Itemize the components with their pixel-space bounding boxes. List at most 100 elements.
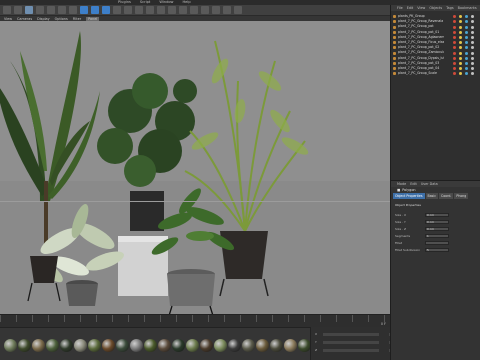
cube-icon[interactable] bbox=[157, 6, 165, 14]
object-tag-icon[interactable] bbox=[465, 56, 468, 60]
attribute-value-field[interactable] bbox=[425, 241, 449, 245]
deformer-icon[interactable] bbox=[201, 6, 209, 14]
material-swatch[interactable] bbox=[214, 339, 227, 352]
material-swatch[interactable] bbox=[144, 339, 157, 352]
object-tag-icon[interactable] bbox=[465, 35, 468, 39]
coord-z-field[interactable] bbox=[323, 349, 379, 352]
object-tag-icon[interactable] bbox=[459, 41, 462, 45]
material-swatch[interactable] bbox=[228, 339, 241, 352]
object-tag-icon[interactable] bbox=[453, 67, 456, 71]
object-tag-icon[interactable] bbox=[453, 20, 456, 24]
tab-object-properties[interactable]: Object Properties bbox=[393, 193, 425, 199]
render-settings-icon[interactable] bbox=[146, 6, 154, 14]
om-menu-file[interactable]: File bbox=[397, 6, 403, 10]
object-tag-icon[interactable] bbox=[471, 72, 474, 76]
viewport-menu-options[interactable]: Options bbox=[55, 17, 68, 21]
object-tag-icon[interactable] bbox=[465, 46, 468, 50]
attribute-value-field[interactable]: 5 bbox=[425, 248, 449, 252]
object-tag-icon[interactable] bbox=[459, 20, 462, 24]
object-tag-icon[interactable] bbox=[471, 67, 474, 71]
tab-basic[interactable]: Basic bbox=[425, 193, 438, 199]
object-tag-icon[interactable] bbox=[465, 25, 468, 29]
object-tag-icon[interactable] bbox=[471, 61, 474, 65]
object-tag-icon[interactable] bbox=[459, 35, 462, 39]
object-tag-icon[interactable] bbox=[471, 56, 474, 60]
at-menu-mode[interactable]: Mode bbox=[397, 182, 406, 186]
object-tag-icon[interactable] bbox=[465, 67, 468, 71]
object-tag-icon[interactable] bbox=[453, 56, 456, 60]
attribute-value-field[interactable]: 0 cm bbox=[425, 227, 449, 231]
attribute-value-field[interactable]: 1 bbox=[425, 234, 449, 238]
material-swatch[interactable] bbox=[284, 339, 297, 352]
attribute-value-field[interactable]: 0 cm bbox=[425, 220, 449, 224]
light-icon[interactable] bbox=[234, 6, 242, 14]
move-icon[interactable] bbox=[36, 6, 44, 14]
object-tag-icon[interactable] bbox=[453, 61, 456, 65]
material-swatch[interactable] bbox=[4, 339, 17, 352]
object-tag-icon[interactable] bbox=[453, 30, 456, 34]
attribute-value-field[interactable]: 0 cm bbox=[425, 213, 449, 217]
object-tag-icon[interactable] bbox=[453, 51, 456, 55]
om-menu-tags[interactable]: Tags bbox=[446, 6, 454, 10]
recent-icon[interactable] bbox=[69, 6, 77, 14]
object-tag-icon[interactable] bbox=[459, 46, 462, 50]
object-tag-icon[interactable] bbox=[465, 41, 468, 45]
material-swatch[interactable] bbox=[158, 339, 171, 352]
object-tag-icon[interactable] bbox=[459, 51, 462, 55]
material-swatch[interactable] bbox=[172, 339, 185, 352]
object-tag-icon[interactable] bbox=[471, 51, 474, 55]
object-tag-icon[interactable] bbox=[471, 15, 474, 19]
world-coord-icon[interactable] bbox=[113, 6, 121, 14]
render-view-icon[interactable] bbox=[124, 6, 132, 14]
object-tag-icon[interactable] bbox=[459, 67, 462, 71]
object-tag-icon[interactable] bbox=[465, 20, 468, 24]
cloner-icon[interactable] bbox=[190, 6, 198, 14]
tab-coord[interactable]: Coord. bbox=[438, 193, 454, 199]
material-swatch[interactable] bbox=[270, 339, 283, 352]
viewport-menu-display[interactable]: Display bbox=[37, 17, 50, 21]
material-swatch[interactable] bbox=[60, 339, 73, 352]
object-tag-icon[interactable] bbox=[453, 25, 456, 29]
viewport-menu-filter[interactable]: Filter bbox=[73, 17, 81, 21]
z-axis-icon[interactable] bbox=[102, 6, 110, 14]
object-tag-icon[interactable] bbox=[459, 30, 462, 34]
om-menu-objects[interactable]: Objects bbox=[429, 6, 442, 10]
object-tag-icon[interactable] bbox=[471, 41, 474, 45]
object-tag-icon[interactable] bbox=[465, 51, 468, 55]
object-tag-icon[interactable] bbox=[471, 30, 474, 34]
object-tag-icon[interactable] bbox=[471, 25, 474, 29]
object-tag-icon[interactable] bbox=[459, 15, 462, 19]
om-menu-view[interactable]: View bbox=[417, 6, 425, 10]
tab-phong[interactable]: Phong bbox=[454, 193, 469, 199]
object-tag-icon[interactable] bbox=[453, 15, 456, 19]
object-tag-icon[interactable] bbox=[453, 41, 456, 45]
object-row[interactable]: plant_7_PC_Group_Scale bbox=[391, 71, 480, 76]
object-tag-icon[interactable] bbox=[453, 72, 456, 76]
redo-icon[interactable] bbox=[14, 6, 22, 14]
scale-icon[interactable] bbox=[47, 6, 55, 14]
rotate-icon[interactable] bbox=[58, 6, 66, 14]
timeline[interactable]: 0 F bbox=[0, 314, 390, 327]
coord-x-field[interactable] bbox=[323, 333, 379, 336]
material-swatch[interactable] bbox=[130, 339, 143, 352]
object-tag-icon[interactable] bbox=[471, 20, 474, 24]
object-tag-icon[interactable] bbox=[465, 61, 468, 65]
object-tag-icon[interactable] bbox=[453, 46, 456, 50]
floor-icon[interactable] bbox=[212, 6, 220, 14]
render-icon[interactable] bbox=[135, 6, 143, 14]
object-tag-icon[interactable] bbox=[465, 15, 468, 19]
undo-icon[interactable] bbox=[3, 6, 11, 14]
object-tag-icon[interactable] bbox=[459, 25, 462, 29]
material-swatch[interactable] bbox=[88, 339, 101, 352]
coord-y-field[interactable] bbox=[323, 341, 379, 344]
object-tag-icon[interactable] bbox=[471, 46, 474, 50]
material-swatch[interactable] bbox=[102, 339, 115, 352]
camera-icon[interactable] bbox=[223, 6, 231, 14]
subdivision-icon[interactable] bbox=[179, 6, 187, 14]
material-swatch[interactable] bbox=[242, 339, 255, 352]
object-tag-icon[interactable] bbox=[459, 56, 462, 60]
material-swatch[interactable] bbox=[116, 339, 129, 352]
material-swatch[interactable] bbox=[256, 339, 269, 352]
at-menu-userdata[interactable]: User Data bbox=[421, 182, 438, 186]
object-tag-icon[interactable] bbox=[459, 72, 462, 76]
